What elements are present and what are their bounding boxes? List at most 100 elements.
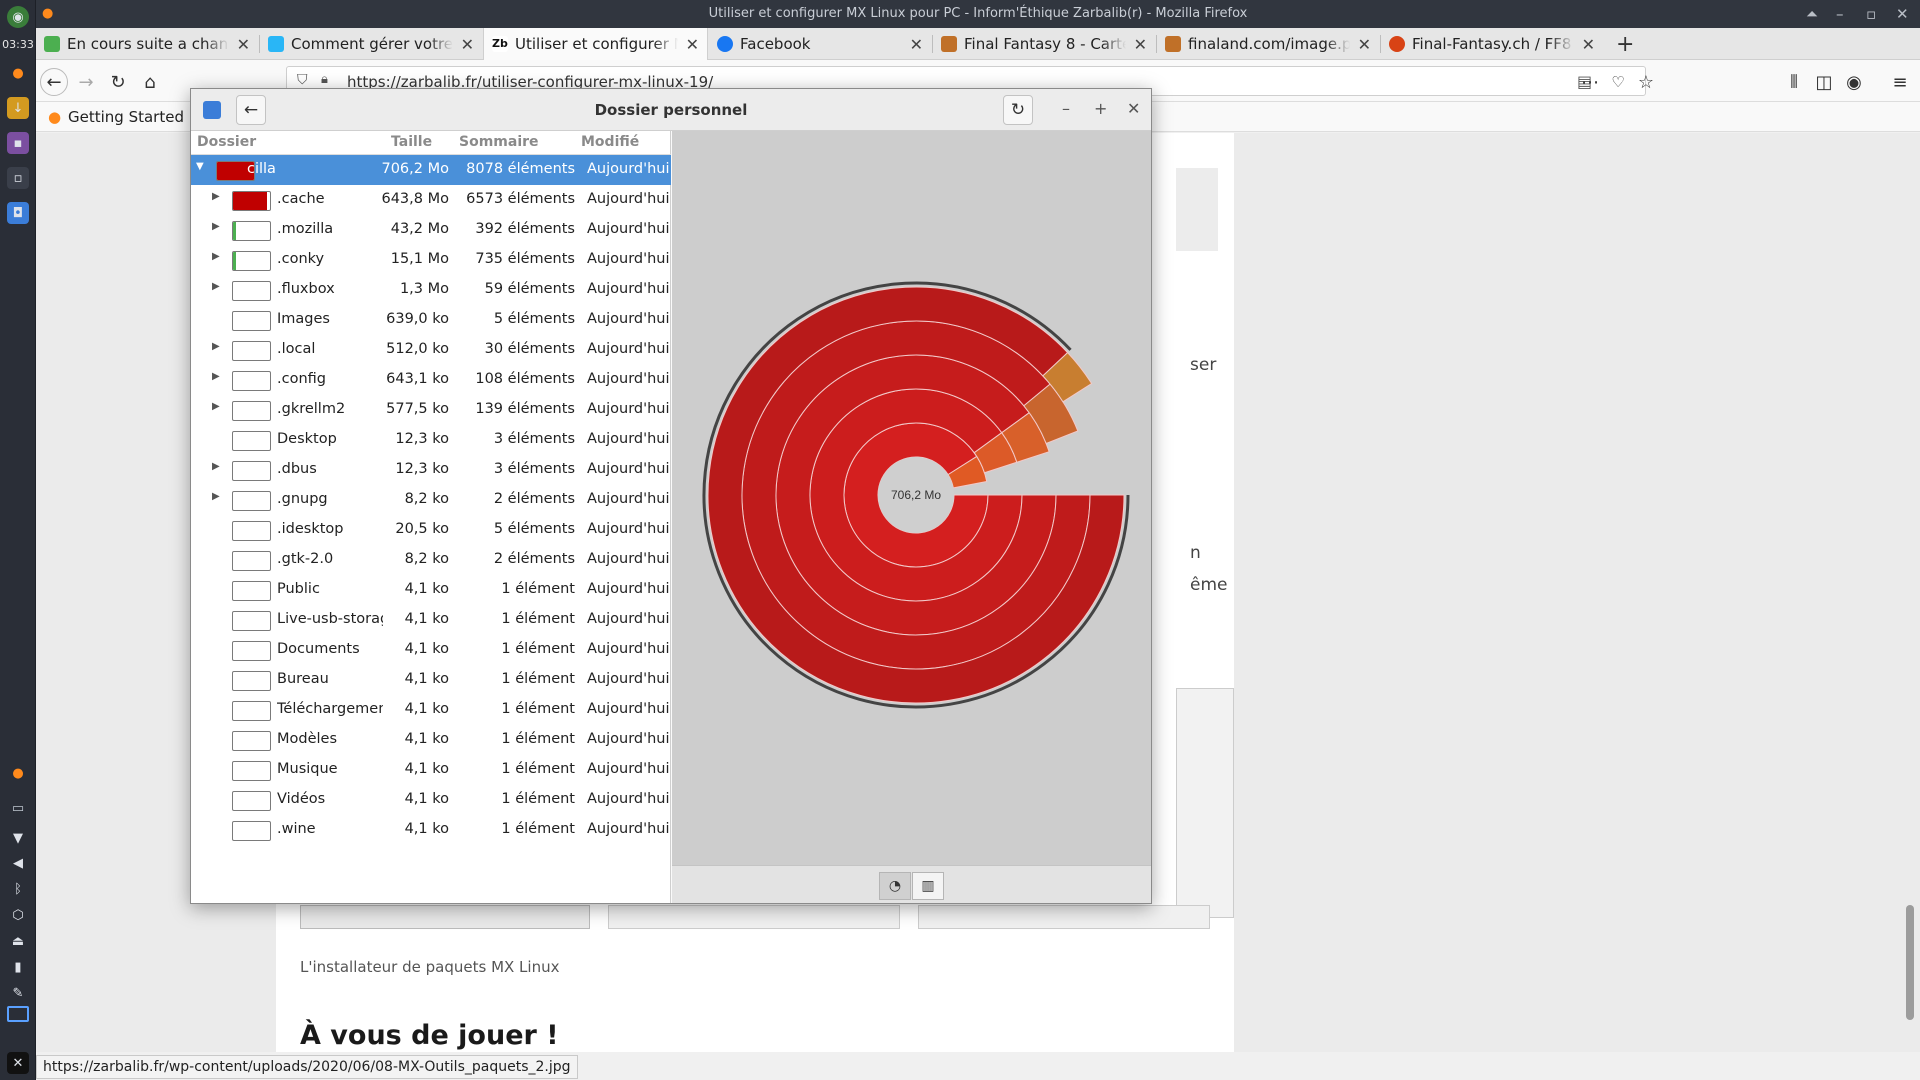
back-button[interactable]: ← bbox=[236, 95, 266, 125]
tree-row[interactable]: ▶ .gkrellm2 577,5 ko 139 éléments Aujourd'hu… bbox=[191, 395, 671, 425]
library-icon[interactable]: ⫴ bbox=[1780, 68, 1808, 96]
download-icon[interactable]: ↓ bbox=[7, 97, 29, 119]
thumbnail-strip-1[interactable] bbox=[300, 905, 590, 929]
tree-row[interactable]: ▶ .config 643,1 ko 108 éléments Aujourd'hui bbox=[191, 365, 671, 395]
tree-row[interactable]: Bureau 4,1 ko 1 élément Aujourd'hui bbox=[191, 665, 671, 695]
tree-row[interactable]: Images 639,0 ko 5 éléments Aujourd'hui bbox=[191, 305, 671, 335]
tree-row[interactable]: ▶ .gnupg 8,2 ko 2 éléments Aujourd'hui bbox=[191, 485, 671, 515]
bluetooth-icon[interactable]: ᛒ bbox=[7, 878, 29, 900]
package-icon[interactable]: ⬡ bbox=[7, 904, 29, 926]
tree-row[interactable]: Téléchargemen 4,1 ko 1 élément Aujourd'hui bbox=[191, 695, 671, 725]
column-summary[interactable]: Sommaire bbox=[459, 134, 539, 150]
column-folder[interactable]: Dossier bbox=[197, 134, 256, 150]
network-icon[interactable]: ▼ bbox=[7, 827, 29, 849]
tab-2[interactable]: Comment gérer votre dis ✕ bbox=[260, 28, 482, 60]
tree-row[interactable]: Modèles 4,1 ko 1 élément Aujourd'hui bbox=[191, 725, 671, 755]
new-tab-button[interactable]: + bbox=[1608, 28, 1642, 60]
close-tab-icon[interactable]: ✕ bbox=[1134, 35, 1147, 54]
tree-row[interactable]: ▶ .local 512,0 ko 30 éléments Aujourd'hui bbox=[191, 335, 671, 365]
tab-4[interactable]: Facebook ✕ bbox=[709, 28, 931, 60]
tab-5[interactable]: Final Fantasy 8 - Cartes - ✕ bbox=[933, 28, 1155, 60]
tree-row[interactable]: ▶ .mozilla 43,2 Mo 392 éléments Aujourd'hui bbox=[191, 215, 671, 245]
expand-arrow-icon[interactable]: ▶ bbox=[212, 341, 220, 352]
tree-row[interactable]: ▶ .dbus 12,3 ko 3 éléments Aujourd'hui bbox=[191, 455, 671, 485]
firefox-small-icon[interactable]: ● bbox=[7, 762, 29, 784]
expand-arrow-icon[interactable]: ▶ bbox=[212, 191, 220, 202]
page-scrollbar[interactable] bbox=[1906, 905, 1914, 1020]
tree-row[interactable]: ▶ .cache 643,8 Mo 6573 éléments Aujourd'hui bbox=[191, 185, 671, 215]
expand-arrow-icon[interactable]: ▶ bbox=[212, 221, 220, 232]
expand-arrow-icon[interactable]: ▶ bbox=[212, 461, 220, 472]
tree-row[interactable]: Documents 4,1 ko 1 élément Aujourd'hui bbox=[191, 635, 671, 665]
thumbnail-strip-3[interactable] bbox=[918, 905, 1210, 929]
tree-row[interactable]: .gtk-2.0 8,2 ko 2 éléments Aujourd'hui bbox=[191, 545, 671, 575]
forward-icon[interactable]: → bbox=[72, 68, 100, 96]
tree-row[interactable]: Musique 4,1 ko 1 élément Aujourd'hui bbox=[191, 755, 671, 785]
tab-1[interactable]: En cours suite a changer ✕ bbox=[36, 28, 258, 60]
restore-icon[interactable]: – bbox=[1836, 0, 1844, 28]
tree-row[interactable]: Desktop 12,3 ko 3 éléments Aujourd'hui bbox=[191, 425, 671, 455]
close-tab-icon[interactable]: ✕ bbox=[1358, 35, 1371, 54]
close-tab-icon[interactable]: ✕ bbox=[1582, 35, 1595, 54]
tree-row[interactable]: ▶ .fluxbox 1,3 Mo 59 éléments Aujourd'hui bbox=[191, 275, 671, 305]
collapse-arrow-icon[interactable]: ▼ bbox=[196, 161, 204, 172]
tree-row[interactable]: Live-usb-storag 4,1 ko 1 élément Aujourd'hu… bbox=[191, 605, 671, 635]
lock-icon[interactable]: 🔒︎ bbox=[321, 72, 328, 87]
rings-chart-button[interactable]: ◔ bbox=[879, 872, 911, 900]
close-tab-icon[interactable]: ✕ bbox=[686, 35, 699, 54]
sidebar-icon[interactable]: ◫ bbox=[1810, 68, 1838, 96]
close-tab-icon[interactable]: ✕ bbox=[910, 35, 923, 54]
clip-icon[interactable]: ✎ bbox=[7, 982, 29, 1004]
window-minimize-icon[interactable]: – bbox=[1062, 99, 1070, 118]
expand-arrow-icon[interactable]: ▶ bbox=[212, 371, 220, 382]
expand-arrow-icon[interactable]: ▶ bbox=[212, 401, 220, 412]
terminal-icon[interactable]: ▪ bbox=[7, 132, 29, 154]
xfce-icon[interactable]: ✕ bbox=[7, 1052, 29, 1074]
close-window-icon[interactable]: ✕ bbox=[1896, 0, 1909, 28]
bookmark-star-icon[interactable]: ☆ bbox=[1632, 68, 1660, 96]
window-maximize-icon[interactable]: + bbox=[1094, 99, 1107, 118]
refresh-button[interactable]: ↻ bbox=[1003, 95, 1033, 125]
battery-icon[interactable]: ▮ bbox=[7, 956, 29, 978]
column-size[interactable]: Taille bbox=[391, 134, 432, 150]
pocket-icon[interactable]: ♡ bbox=[1604, 68, 1632, 96]
tree-row[interactable]: .idesktop 20,5 ko 5 éléments Aujourd'hui bbox=[191, 515, 671, 545]
window-close-icon[interactable]: ✕ bbox=[1127, 99, 1140, 118]
expand-arrow-icon[interactable]: ▶ bbox=[212, 281, 220, 292]
account-icon[interactable]: ◉ bbox=[1840, 68, 1868, 96]
bookmark-getting-started[interactable]: Getting Started bbox=[68, 108, 184, 126]
baobab-icon[interactable]: ◘ bbox=[7, 202, 29, 224]
treemap-chart-button[interactable]: ▥ bbox=[912, 872, 944, 900]
shield-icon[interactable]: ⛉ bbox=[297, 72, 308, 88]
tree-row-root[interactable]: ▼ cilla 706,2 Mo 8078 éléments Aujourd'hui bbox=[191, 155, 671, 185]
eject-icon[interactable]: ⏏ bbox=[7, 930, 29, 952]
tab-7[interactable]: Final-Fantasy.ch / FF8 / q ✕ bbox=[1381, 28, 1603, 60]
back-icon[interactable]: ← bbox=[40, 68, 68, 96]
reload-icon[interactable]: ↻ bbox=[104, 68, 132, 96]
column-modified[interactable]: Modifié bbox=[581, 134, 639, 150]
tree-row[interactable]: Public 4,1 ko 1 élément Aujourd'hui bbox=[191, 575, 671, 605]
files-icon[interactable]: ▭ bbox=[7, 797, 29, 819]
thumbnail-strip-2[interactable] bbox=[608, 905, 900, 929]
close-tab-icon[interactable]: ✕ bbox=[461, 35, 474, 54]
tab-3[interactable]: Zb Utiliser et configurer MX ✕ bbox=[483, 28, 708, 60]
home-icon[interactable]: ⌂ bbox=[136, 68, 164, 96]
maximize-icon[interactable]: ▫ bbox=[1866, 0, 1876, 28]
expand-arrow-icon[interactable]: ▶ bbox=[212, 251, 220, 262]
tree-row[interactable]: ▶ .conky 15,1 Mo 735 éléments Aujourd'hui bbox=[191, 245, 671, 275]
mx-logo-icon[interactable]: ◉ bbox=[7, 6, 29, 28]
minimize-icon[interactable]: ⏶ bbox=[1806, 0, 1818, 28]
firefox-icon[interactable]: ● bbox=[7, 62, 29, 84]
desktop-icon[interactable]: ▫ bbox=[7, 167, 29, 189]
close-tab-icon[interactable]: ✕ bbox=[237, 35, 250, 54]
tree-row[interactable]: .wine 4,1 ko 1 élément Aujourd'hui bbox=[191, 815, 671, 845]
menu-icon[interactable]: ≡ bbox=[1886, 68, 1914, 96]
tab-6[interactable]: finaland.com/image.php ✕ bbox=[1157, 28, 1379, 60]
ring-chart[interactable]: 706,2 Mo bbox=[672, 131, 1151, 865]
screenshot-thumbnail[interactable] bbox=[1176, 688, 1234, 918]
tree-row[interactable]: Vidéos 4,1 ko 1 élément Aujourd'hui bbox=[191, 785, 671, 815]
volume-icon[interactable]: ◀ bbox=[7, 852, 29, 874]
expand-arrow-icon[interactable]: ▶ bbox=[212, 491, 220, 502]
page-actions-icon[interactable]: ⋯ bbox=[1576, 68, 1604, 96]
workspace-icon[interactable] bbox=[7, 1006, 29, 1022]
